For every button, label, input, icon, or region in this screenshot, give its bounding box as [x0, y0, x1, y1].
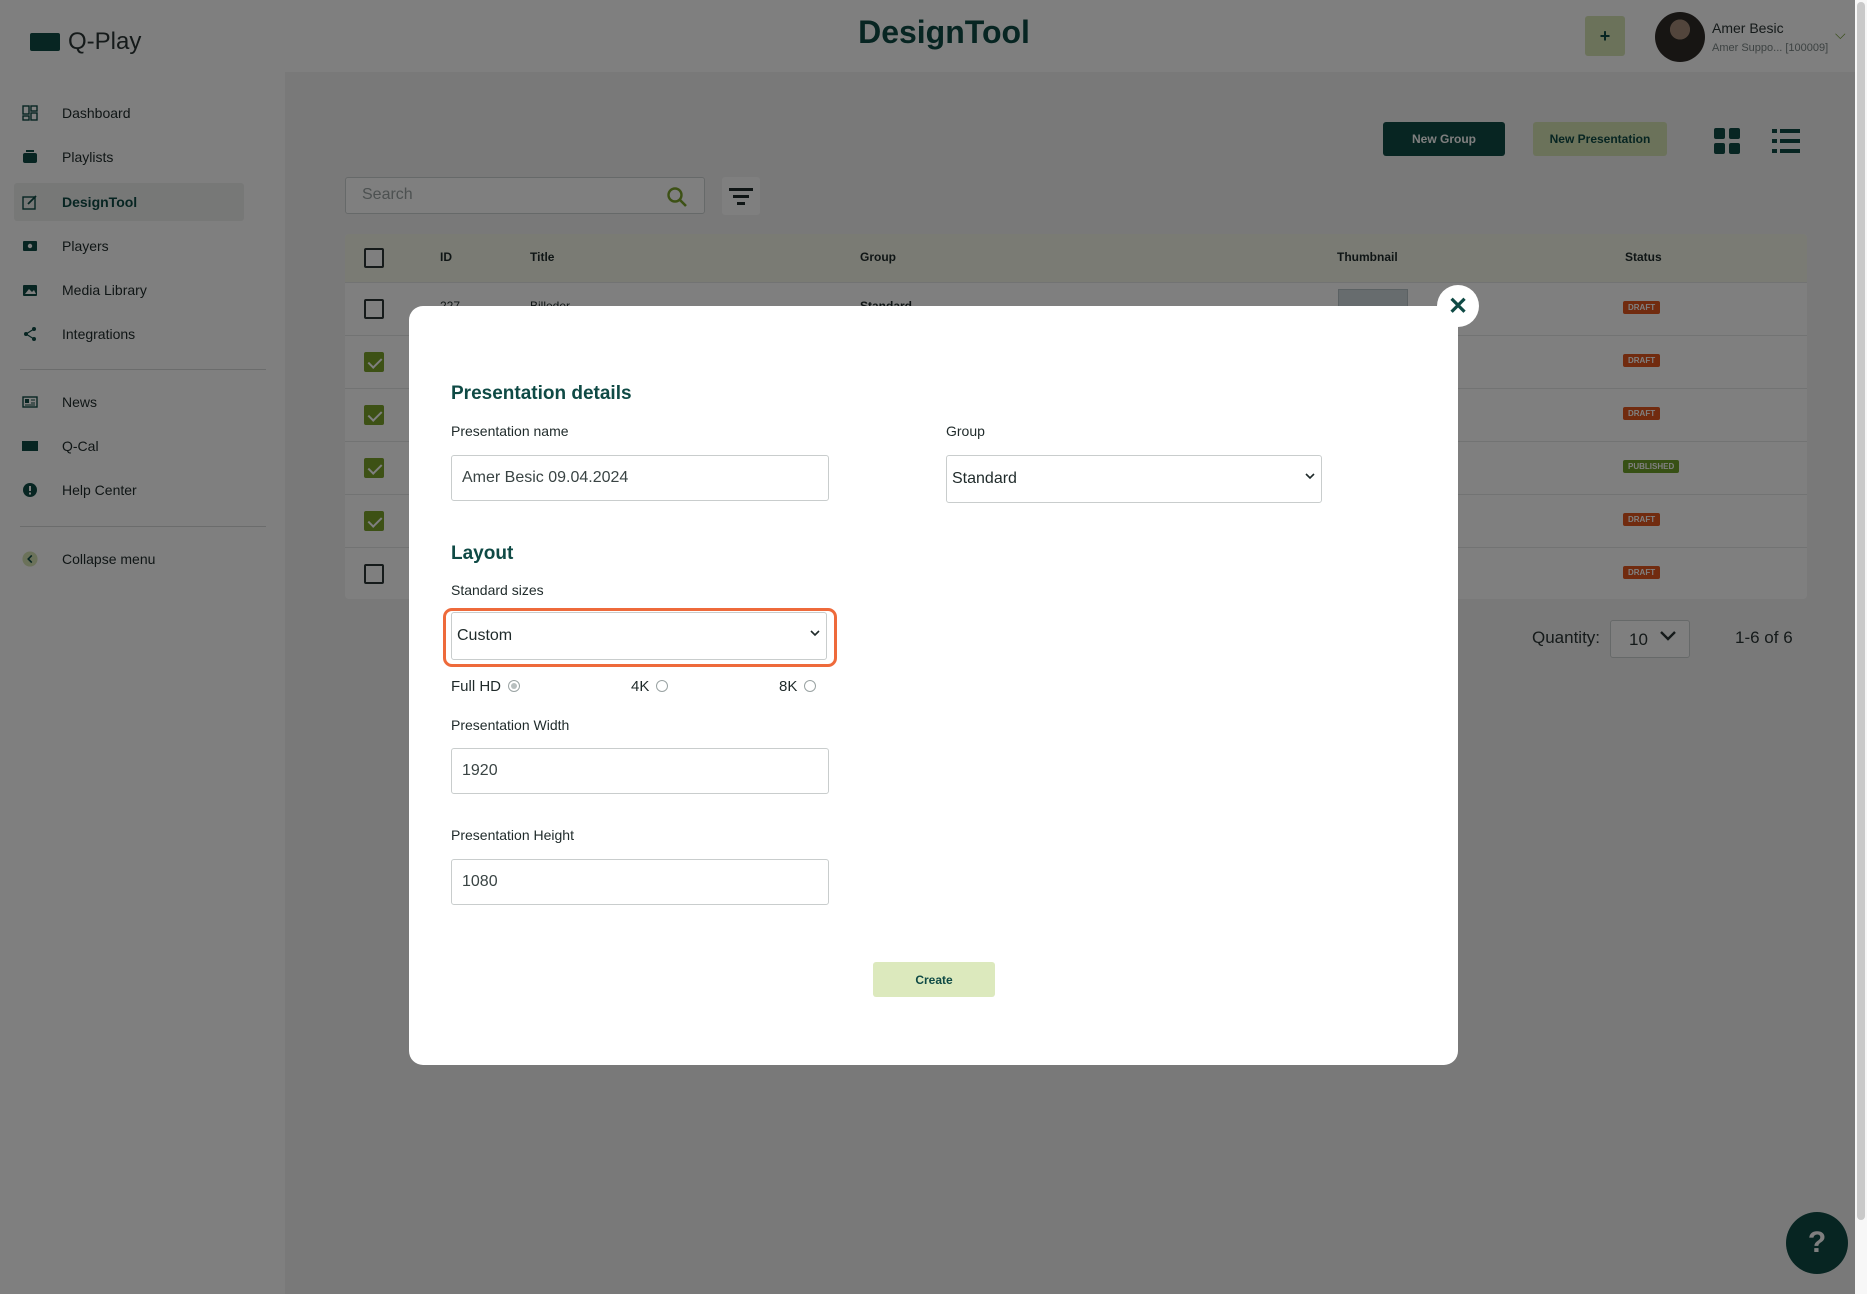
radio-label-8k: 8K [779, 678, 798, 695]
presentation-height-input[interactable]: 1080 [451, 859, 829, 905]
presentation-height-label: Presentation Height [451, 827, 574, 843]
radio-full-hd[interactable] [508, 680, 520, 692]
standard-sizes-select[interactable]: Custom [451, 612, 827, 660]
group-label: Group [946, 423, 985, 439]
standard-sizes-value: Custom [457, 627, 513, 644]
radio-8k[interactable] [804, 680, 816, 692]
standard-sizes-label: Standard sizes [451, 582, 544, 598]
presentation-width-label: Presentation Width [451, 717, 570, 733]
section-heading-layout: Layout [451, 543, 514, 564]
radio-label-4k: 4K [631, 678, 650, 695]
presentation-width-input[interactable]: 1920 [451, 748, 829, 794]
scrollbar-thumb[interactable] [1857, 2, 1865, 1220]
new-presentation-dialog [409, 306, 1458, 1065]
group-select[interactable]: Standard [946, 455, 1322, 503]
chevron-down-icon [810, 626, 820, 640]
create-button[interactable]: Create [873, 962, 995, 997]
section-heading-details: Presentation details [451, 383, 632, 404]
close-icon[interactable]: ✕ [1437, 285, 1479, 327]
presentation-name-label: Presentation name [451, 423, 569, 439]
scrollbar[interactable] [1855, 0, 1867, 1294]
group-select-value: Standard [952, 470, 1017, 487]
radio-label-full-hd: Full HD [451, 678, 502, 695]
chevron-down-icon [1305, 469, 1315, 483]
radio-4k[interactable] [656, 680, 668, 692]
presentation-name-input[interactable]: Amer Besic 09.04.2024 [451, 455, 829, 501]
